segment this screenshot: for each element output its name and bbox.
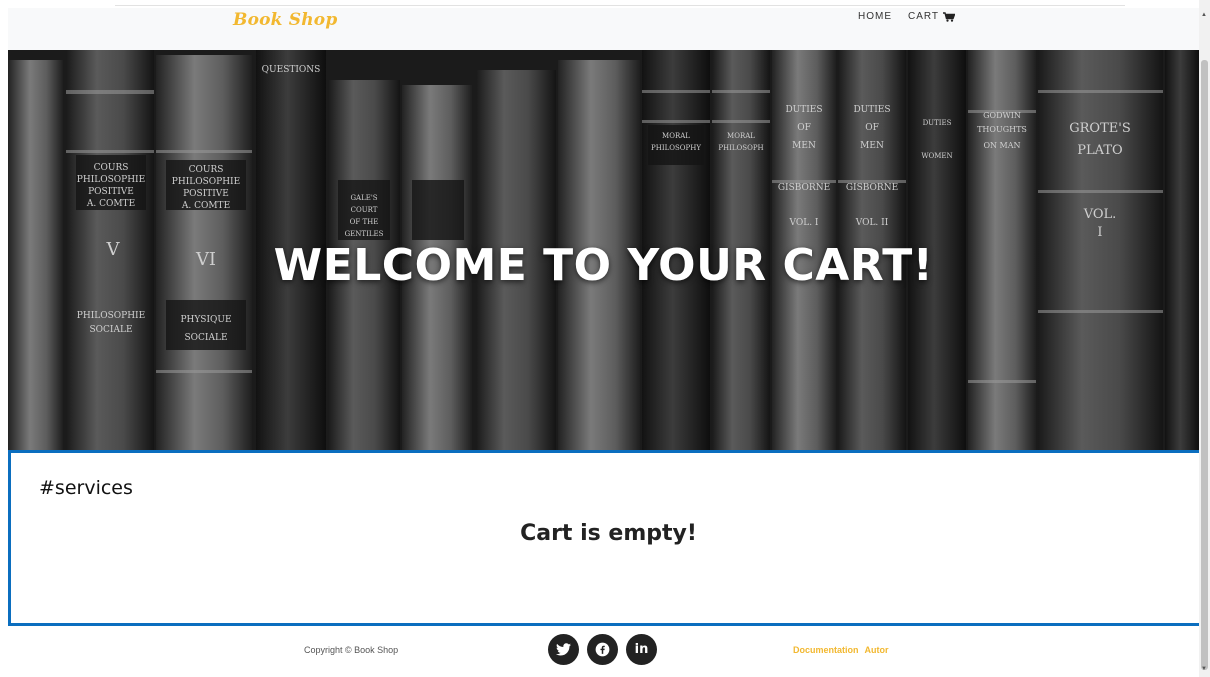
svg-text:I: I bbox=[1097, 225, 1102, 240]
svg-text:MEN: MEN bbox=[792, 141, 816, 151]
nav-links: HOME CART bbox=[858, 11, 956, 22]
svg-text:PHILOSOPHIE: PHILOSOPHIE bbox=[77, 311, 145, 321]
svg-text:OF THE: OF THE bbox=[350, 218, 379, 226]
svg-text:PHILOSOPHIE: PHILOSOPHIE bbox=[172, 177, 240, 187]
services-section: #services Cart is empty! bbox=[8, 450, 1209, 626]
documentation-link[interactable]: Documentation bbox=[793, 645, 859, 655]
cart-empty-message: Cart is empty! bbox=[520, 521, 697, 546]
svg-text:VOL.: VOL. bbox=[1083, 207, 1117, 222]
svg-text:POSITIVE: POSITIVE bbox=[183, 189, 229, 199]
svg-text:GISBORNE: GISBORNE bbox=[778, 183, 830, 193]
navbar: Book Shop HOME CART bbox=[8, 8, 1199, 50]
svg-text:GENTILES: GENTILES bbox=[345, 230, 384, 238]
svg-text:QUESTIONS: QUESTIONS bbox=[262, 65, 321, 75]
svg-text:WOMEN: WOMEN bbox=[921, 152, 952, 160]
svg-text:GISBORNE: GISBORNE bbox=[846, 183, 898, 193]
svg-text:MEN: MEN bbox=[860, 141, 884, 151]
svg-text:DUTIES: DUTIES bbox=[853, 105, 890, 115]
svg-text:SOCIALE: SOCIALE bbox=[184, 333, 227, 343]
services-anchor-label: #services bbox=[39, 477, 133, 499]
svg-text:A. COMTE: A. COMTE bbox=[181, 201, 230, 211]
svg-text:OF: OF bbox=[797, 123, 811, 133]
brand-logo[interactable]: Book Shop bbox=[233, 10, 337, 30]
twitter-icon bbox=[556, 643, 571, 656]
page: Book Shop HOME CART QUESTIONS COURS PHIL… bbox=[0, 0, 1210, 677]
linkedin-icon: in bbox=[634, 642, 649, 657]
nav-home-link[interactable]: HOME bbox=[858, 11, 892, 22]
svg-text:PHILOSOPHIE: PHILOSOPHIE bbox=[77, 175, 145, 185]
shopping-cart-icon bbox=[943, 11, 956, 22]
svg-text:GROTE'S: GROTE'S bbox=[1069, 121, 1130, 136]
svg-text:DUTIES: DUTIES bbox=[785, 105, 822, 115]
svg-text:COURS: COURS bbox=[189, 165, 224, 175]
footer-links: Documentation Autor bbox=[793, 645, 889, 655]
linkedin-button[interactable]: in bbox=[626, 634, 657, 665]
svg-text:A. COMTE: A. COMTE bbox=[86, 199, 135, 209]
svg-text:PHILOSOPHY: PHILOSOPHY bbox=[651, 144, 701, 152]
nav-cart-link[interactable]: CART bbox=[908, 11, 956, 22]
hero-title: WELCOME TO YOUR CART! bbox=[273, 240, 934, 291]
svg-text:GALE'S: GALE'S bbox=[350, 194, 377, 202]
svg-text:POSITIVE: POSITIVE bbox=[88, 187, 134, 197]
svg-text:THOUGHTS: THOUGHTS bbox=[977, 125, 1027, 134]
copyright-text: Copyright © Book Shop bbox=[304, 645, 399, 655]
svg-text:VOL. II: VOL. II bbox=[855, 218, 889, 228]
footer: Copyright © Book Shop in Documentation A… bbox=[8, 626, 1199, 677]
svg-text:GODWIN: GODWIN bbox=[983, 111, 1021, 120]
facebook-button[interactable] bbox=[587, 634, 618, 665]
svg-text:OF: OF bbox=[865, 123, 879, 133]
svg-text:COURS: COURS bbox=[94, 163, 129, 173]
scrollbar-thumb[interactable] bbox=[1201, 60, 1208, 670]
top-divider bbox=[115, 5, 1125, 6]
svg-text:VOL. I: VOL. I bbox=[789, 218, 819, 228]
svg-text:MORAL: MORAL bbox=[727, 132, 755, 140]
svg-text:PLATO: PLATO bbox=[1077, 143, 1122, 158]
autor-link[interactable]: Autor bbox=[865, 645, 889, 655]
svg-text:DUTIES: DUTIES bbox=[923, 119, 952, 127]
svg-text:PHILOSOPH: PHILOSOPH bbox=[718, 144, 763, 152]
vertical-scrollbar[interactable]: ▲ ▼ bbox=[1199, 0, 1210, 677]
hero-banner: QUESTIONS COURS PHILOSOPHIE POSITIVE A. CO… bbox=[8, 50, 1199, 450]
svg-text:COURT: COURT bbox=[351, 206, 378, 214]
svg-text:ON MAN: ON MAN bbox=[983, 141, 1020, 150]
twitter-button[interactable] bbox=[548, 634, 579, 665]
scroll-down-arrow-icon[interactable]: ▼ bbox=[1201, 666, 1207, 672]
svg-text:PHYSIQUE: PHYSIQUE bbox=[180, 315, 231, 325]
nav-cart-label: CART bbox=[908, 11, 940, 22]
nav-home-label: HOME bbox=[858, 11, 892, 22]
social-links: in bbox=[548, 634, 657, 665]
facebook-icon bbox=[595, 642, 610, 657]
scroll-up-arrow-icon[interactable]: ▲ bbox=[1201, 12, 1207, 18]
svg-text:MORAL: MORAL bbox=[662, 132, 690, 140]
svg-text:SOCIALE: SOCIALE bbox=[89, 325, 132, 335]
